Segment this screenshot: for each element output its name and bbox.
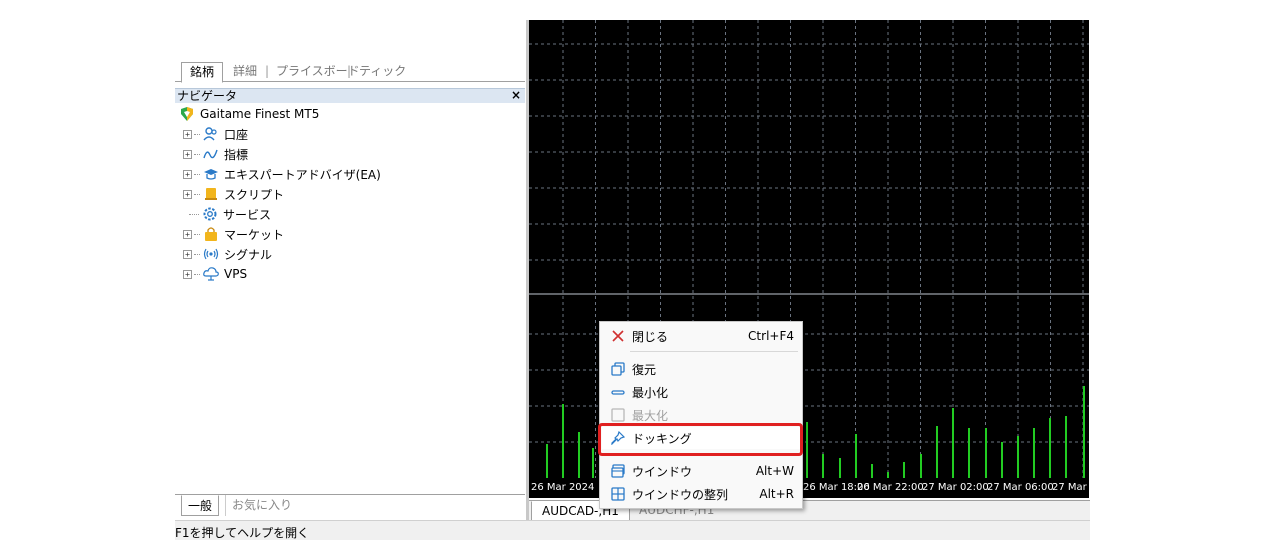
- menu-item-tile-windows[interactable]: ウインドウの整列 Alt+R: [602, 483, 800, 505]
- tab-favorites[interactable]: お気に入り: [225, 495, 292, 516]
- tab-ticks[interactable]: ティック: [359, 62, 406, 82]
- menu-item-label: 最大化: [632, 408, 669, 423]
- tree-connector: [189, 213, 199, 215]
- tree-connector: [194, 133, 200, 135]
- chart-context-menu: 閉じる Ctrl+F4 復元 最小化 最大化 ドッキング ウインドウ Alt+W: [599, 321, 803, 509]
- time-axis-label: 26 Mar 22:00: [857, 482, 924, 493]
- menu-item-label: 閉じる: [632, 329, 669, 344]
- window-icon: [606, 460, 630, 482]
- tab-separator: |: [347, 64, 352, 78]
- close-x-icon: [606, 325, 630, 347]
- navigator-bottom-tabs: 一般 お気に入り: [175, 494, 525, 516]
- tree-item-expert-advisors[interactable]: + エキスパートアドバイザ(EA): [183, 164, 381, 184]
- market-bag-icon: [203, 226, 219, 242]
- expand-icon[interactable]: +: [183, 129, 192, 139]
- accounts-icon: [203, 126, 219, 142]
- tab-details[interactable]: 詳細: [233, 62, 257, 82]
- tree-item-vps[interactable]: + VPS: [183, 264, 247, 284]
- menu-shortcut: Ctrl+F4: [748, 329, 794, 343]
- time-axis-label: 27 Mar 02:00: [922, 482, 989, 493]
- menu-item-minimize[interactable]: 最小化: [602, 381, 800, 403]
- tree-item-label: マーケット: [224, 227, 285, 242]
- script-icon: [203, 186, 219, 202]
- tree-connector: [194, 253, 200, 255]
- minimize-icon: [606, 381, 630, 403]
- expand-icon[interactable]: +: [183, 229, 192, 239]
- status-help-text: F1を押してヘルプを開く: [175, 526, 310, 540]
- tree-item-signals[interactable]: + シグナル: [183, 244, 272, 264]
- tree-connector: [194, 173, 200, 175]
- tree-connector: [194, 273, 200, 275]
- expand-icon[interactable]: +: [183, 149, 192, 159]
- menu-item-restore[interactable]: 復元: [602, 358, 800, 380]
- expert-advisor-icon: [203, 166, 219, 182]
- menu-item-window[interactable]: ウインドウ Alt+W: [602, 460, 800, 482]
- time-axis-label: 27 Mar 1: [1052, 482, 1089, 493]
- menu-item-label: ウインドウ: [632, 464, 693, 479]
- restore-icon: [606, 358, 630, 380]
- menu-item-label: 復元: [632, 362, 657, 377]
- market-watch-tabs: 銘柄 詳細 | プライスボード | ティック: [175, 60, 525, 83]
- expand-icon[interactable]: +: [183, 189, 192, 199]
- tree-item-label: シグナル: [224, 247, 273, 262]
- tree-item-broker[interactable]: Gaitame Finest MT5: [179, 104, 319, 124]
- expand-icon[interactable]: +: [183, 269, 192, 279]
- broker-logo-icon: [179, 106, 195, 122]
- tab-symbols[interactable]: 銘柄: [181, 62, 223, 83]
- tile-windows-icon: [606, 483, 630, 505]
- tab-general[interactable]: 一般: [181, 495, 219, 516]
- menu-item-label: ウインドウの整列: [632, 487, 729, 502]
- navigator-header: ナビゲータ ×: [175, 88, 525, 103]
- time-axis-label: 27 Mar 06:00: [987, 482, 1054, 493]
- tree-item-services[interactable]: サービス: [189, 204, 271, 224]
- tree-item-market[interactable]: + マーケット: [183, 224, 284, 244]
- menu-item-close[interactable]: 閉じる Ctrl+F4: [602, 325, 800, 347]
- service-gear-icon: [202, 206, 218, 222]
- menu-shortcut: Alt+R: [759, 487, 794, 501]
- status-bar: F1を押してヘルプを開く: [175, 520, 1090, 540]
- indicator-icon: [203, 146, 219, 162]
- tree-connector: [194, 233, 200, 235]
- navigator-panel: 銘柄 詳細 | プライスボード | ティック ナビゲータ × Gaitame F…: [175, 20, 527, 540]
- tree-item-scripts[interactable]: + スクリプト: [183, 184, 284, 204]
- navigator-title: ナビゲータ: [177, 89, 238, 103]
- tree-item-label: スクリプト: [224, 187, 285, 202]
- tree-item-label: 口座: [224, 127, 249, 142]
- docking-highlight-box: [598, 423, 803, 456]
- tree-item-accounts[interactable]: + 口座: [183, 124, 248, 144]
- expand-icon[interactable]: +: [183, 169, 192, 179]
- menu-item-label: 最小化: [632, 385, 669, 400]
- tree-item-label: サービス: [223, 207, 272, 222]
- expand-icon[interactable]: +: [183, 249, 192, 259]
- tree-item-label: VPS: [224, 267, 248, 281]
- signal-icon: [203, 246, 219, 262]
- tree-item-label: エキスパートアドバイザ(EA): [224, 167, 381, 182]
- menu-shortcut: Alt+W: [755, 464, 794, 478]
- tab-separator: |: [265, 64, 270, 78]
- tree-item-indicators[interactable]: + 指標: [183, 144, 248, 164]
- tree-connector: [194, 193, 200, 195]
- close-icon[interactable]: ×: [511, 88, 521, 103]
- tree-connector: [194, 153, 200, 155]
- menu-separator: [630, 351, 798, 352]
- vps-cloud-icon: [203, 266, 219, 282]
- tree-item-label: Gaitame Finest MT5: [200, 107, 320, 121]
- tree-item-label: 指標: [224, 147, 249, 162]
- time-axis-label: 26 Mar 2024: [531, 482, 595, 493]
